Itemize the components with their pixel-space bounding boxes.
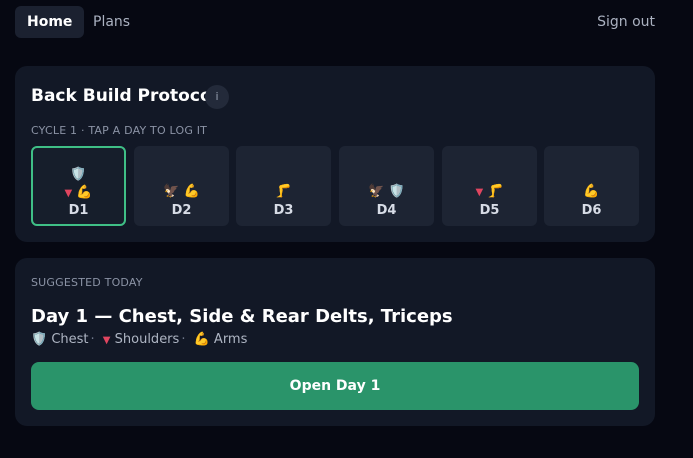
suggested-card: SUGGESTED TODAY Day 1 — Chest, Side & Re… <box>15 258 655 426</box>
top-nav: Home Plans Sign out <box>0 0 693 44</box>
day-tile-d4[interactable]: 🦅 🛡️ D4 <box>339 146 434 226</box>
flexed-biceps-icon: 💪 <box>193 332 210 347</box>
day-icons-d5: ▼ 🦵 <box>442 184 537 200</box>
flexed-biceps-icon: 💪 <box>583 184 600 199</box>
nav-tab-plans[interactable]: Plans <box>81 6 142 38</box>
day-tile-d2[interactable]: 🦅 💪 D2 <box>134 146 229 226</box>
day-label: D6 <box>581 203 602 218</box>
day-tile-d1[interactable]: 🛡️ ▼ 💪 D1 <box>31 146 126 226</box>
day-tile-d3[interactable]: 🦵 D3 <box>236 146 331 226</box>
muscle-chest: Chest <box>51 332 89 347</box>
leg-icon: 🦵 <box>487 184 504 199</box>
leg-icon: 🦵 <box>275 184 292 199</box>
info-icon[interactable]: i <box>205 85 229 109</box>
day-tile-d5[interactable]: ▼ 🦵 D5 <box>442 146 537 226</box>
muscle-list: 🛡️ Chest · ▼ Shoulders · 💪 Arms <box>31 332 247 347</box>
separator: · <box>181 332 186 347</box>
suggested-day-heading: Day 1 — Chest, Side & Rear Delts, Tricep… <box>31 306 453 327</box>
day-label: D5 <box>479 203 500 218</box>
day-icons-d2: 🦅 💪 <box>163 184 200 199</box>
nav-tab-home[interactable]: Home <box>15 6 85 38</box>
protocol-title: Back Build Protocol <box>31 86 218 106</box>
triangle-down-icon: ▼ <box>64 188 73 199</box>
cycle-caption: CYCLE 1 · TAP A DAY TO LOG IT <box>31 124 208 137</box>
day-label: D1 <box>68 203 89 218</box>
sign-out-link[interactable]: Sign out <box>597 6 655 38</box>
flexed-biceps-icon: 💪 <box>76 185 93 200</box>
shield-icon: 🛡️ <box>70 167 87 182</box>
day-icons-d4: 🦅 🛡️ <box>368 184 405 199</box>
muscle-shoulders: Shoulders <box>114 332 180 347</box>
protocol-card: Back Build Protocol i CYCLE 1 · TAP A DA… <box>15 66 655 242</box>
open-day-button[interactable]: Open Day 1 <box>31 362 639 410</box>
triangle-down-icon: ▼ <box>102 335 111 346</box>
triangle-down-icon: ▼ <box>475 187 484 198</box>
suggested-caption: SUGGESTED TODAY <box>31 276 143 289</box>
separator: · <box>90 332 95 347</box>
day-tile-d6[interactable]: 💪 D6 <box>544 146 639 226</box>
day-icons-d1: ▼ 💪 <box>33 185 124 201</box>
shield-icon: 🛡️ <box>31 332 48 347</box>
muscle-arms: Arms <box>213 332 248 347</box>
day-label: D4 <box>376 203 397 218</box>
day-label: D2 <box>171 203 192 218</box>
day-label: D3 <box>273 203 294 218</box>
day-grid: 🛡️ ▼ 💪 D1 🦅 💪 D2 🦵 D3 🦅 🛡️ D4 ▼ 🦵 D5 💪 D… <box>31 146 639 226</box>
